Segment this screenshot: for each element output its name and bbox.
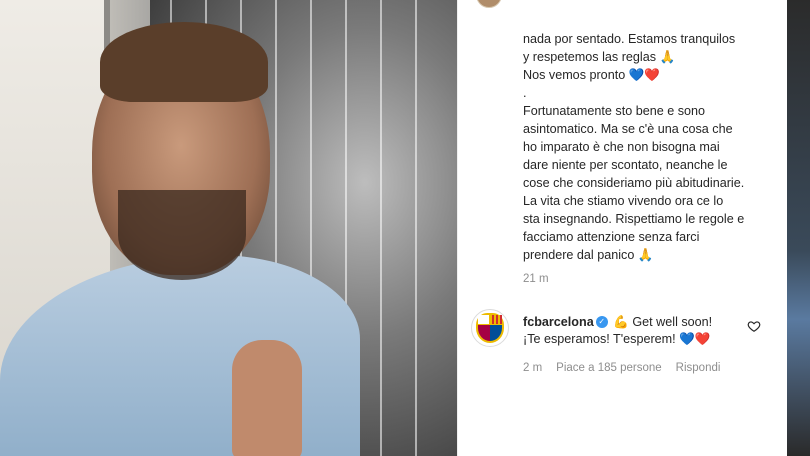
- author-avatar-partial[interactable]: [476, 0, 502, 8]
- post-caption: nada por sentado. Estamos tranquilos y r…: [523, 30, 773, 264]
- caption-line: sta insegnando. Rispettiamo le regole e: [523, 212, 745, 226]
- caption-line: Nos vemos pronto 💙❤️: [523, 68, 661, 82]
- verified-badge-icon: ✓: [595, 315, 608, 328]
- caption-timestamp[interactable]: 21 m: [523, 273, 549, 285]
- person-hair: [100, 22, 268, 102]
- post-side-panel: nada por sentado. Estamos tranquilos y r…: [457, 0, 787, 456]
- person-beard: [118, 190, 246, 280]
- background-edge-strip: [787, 0, 810, 456]
- caption-line: .: [523, 86, 527, 100]
- heart-outline-icon[interactable]: [747, 319, 761, 333]
- comment-meta: 2 m Piace a 185 persone Rispondi: [523, 362, 720, 374]
- thumbs-up-hand: [232, 340, 302, 456]
- comment-likes-count[interactable]: Piace a 185 persone: [556, 362, 662, 374]
- comment-username[interactable]: fcbarcelona: [523, 315, 594, 329]
- caption-line: y respetemos las reglas 🙏: [523, 50, 676, 64]
- comment-line-2: ¡Te esperamos! T'esperem! 💙❤️: [523, 332, 711, 346]
- comment-line-1: 💪 Get well soon!: [613, 315, 713, 329]
- panel-top-strip: [458, 0, 788, 24]
- comment-timestamp[interactable]: 2 m: [523, 362, 542, 374]
- caption-line: prendere dal panico 🙏: [523, 248, 654, 262]
- caption-line: La vita che stiamo vivendo ora ce lo: [523, 194, 724, 208]
- caption-line: cose che consideriamo più abitudinarie.: [523, 176, 745, 190]
- caption-line: asintomatico. Ma se c'è una cosa che: [523, 122, 733, 136]
- caption-line: ho imparato è che non bisogna mai: [523, 140, 720, 154]
- reply-button[interactable]: Rispondi: [676, 362, 721, 374]
- caption-line: nada por sentado. Estamos tranquilos: [523, 32, 736, 46]
- comment-text: fcbarcelona ✓ 💪 Get well soon! ¡Te espera…: [523, 314, 738, 348]
- post-photo: [0, 0, 457, 456]
- commenter-avatar[interactable]: [471, 309, 509, 347]
- caption-line: Fortunatamente sto bene e sono: [523, 104, 706, 118]
- caption-line: facciamo attenzione senza farci: [523, 230, 700, 244]
- caption-line: dare niente per scontato, neanche le: [523, 158, 728, 172]
- comment-item: fcbarcelona ✓ 💪 Get well soon! ¡Te espera…: [458, 305, 788, 385]
- fc-barcelona-crest-icon: [476, 313, 504, 343]
